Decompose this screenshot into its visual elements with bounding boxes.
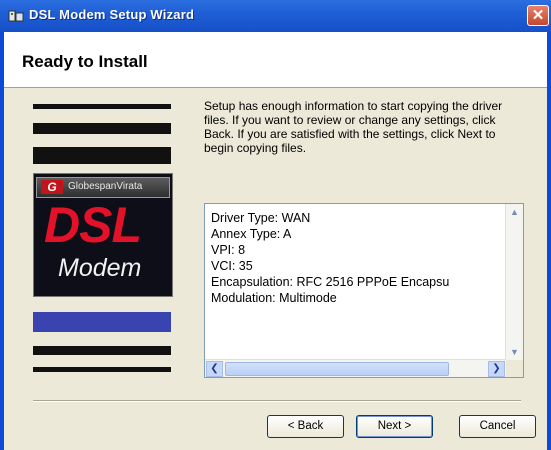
brand-strip: G GlobespanVirata — [36, 177, 170, 198]
scroll-down-arrow-icon[interactable]: ▼ — [506, 344, 523, 361]
settings-line-annex-type: Annex Type: A — [211, 227, 292, 241]
setup-app-icon — [8, 10, 24, 22]
next-button[interactable]: Next > — [356, 415, 433, 438]
dsl-modem-logo: G GlobespanVirata DSL Modem — [33, 173, 173, 297]
settings-summary-box[interactable]: Driver Type: WAN Annex Type: A VPI: 8 VC… — [204, 203, 524, 378]
settings-line-modulation: Modulation: Multimode — [211, 291, 337, 305]
page-title: Ready to Install — [22, 52, 148, 71]
window-title: DSL Modem Setup Wizard — [29, 7, 195, 22]
scrollbar-corner — [506, 360, 523, 377]
decorative-bar — [33, 367, 171, 372]
back-button[interactable]: < Back — [267, 415, 344, 438]
scroll-left-arrow-icon[interactable]: ❮ — [206, 361, 223, 377]
brand-name: GlobespanVirata — [68, 181, 143, 192]
logo-modem-text: Modem — [58, 254, 142, 282]
vertical-scrollbar[interactable]: ▲ ▼ — [505, 204, 523, 361]
cancel-button[interactable]: Cancel — [459, 415, 536, 438]
button-divider — [33, 400, 521, 402]
settings-line-driver-type: Driver Type: WAN — [211, 211, 311, 225]
logo-dsl-text: DSL — [44, 197, 142, 253]
install-description: Setup has enough information to start co… — [204, 99, 503, 155]
settings-line-vci: VCI: 35 — [211, 259, 253, 273]
settings-line-encapsulation: Encapsulation: RFC 2516 PPPoE Encapsu — [211, 275, 450, 289]
window-frame-left — [0, 32, 4, 450]
decorative-bar — [33, 104, 171, 109]
decorative-bar-blue — [33, 312, 171, 332]
scroll-right-arrow-icon[interactable]: ❯ — [488, 361, 505, 377]
decorative-bar — [33, 346, 171, 355]
brand-logo-icon: G — [41, 180, 63, 194]
horizontal-scroll-thumb[interactable] — [225, 362, 449, 376]
settings-list: Driver Type: WAN Annex Type: A VPI: 8 VC… — [211, 210, 501, 358]
horizontal-scrollbar[interactable]: ❮ ❯ — [205, 359, 506, 377]
settings-line-vpi: VPI: 8 — [211, 243, 246, 257]
title-bar: DSL Modem Setup Wizard ✕ — [0, 0, 551, 32]
wizard-header: Ready to Install — [4, 32, 547, 88]
scroll-up-arrow-icon[interactable]: ▲ — [506, 204, 523, 221]
decorative-bar — [33, 147, 171, 164]
close-button[interactable]: ✕ — [527, 5, 549, 26]
window-frame-right — [547, 32, 551, 450]
decorative-bar — [33, 123, 171, 134]
